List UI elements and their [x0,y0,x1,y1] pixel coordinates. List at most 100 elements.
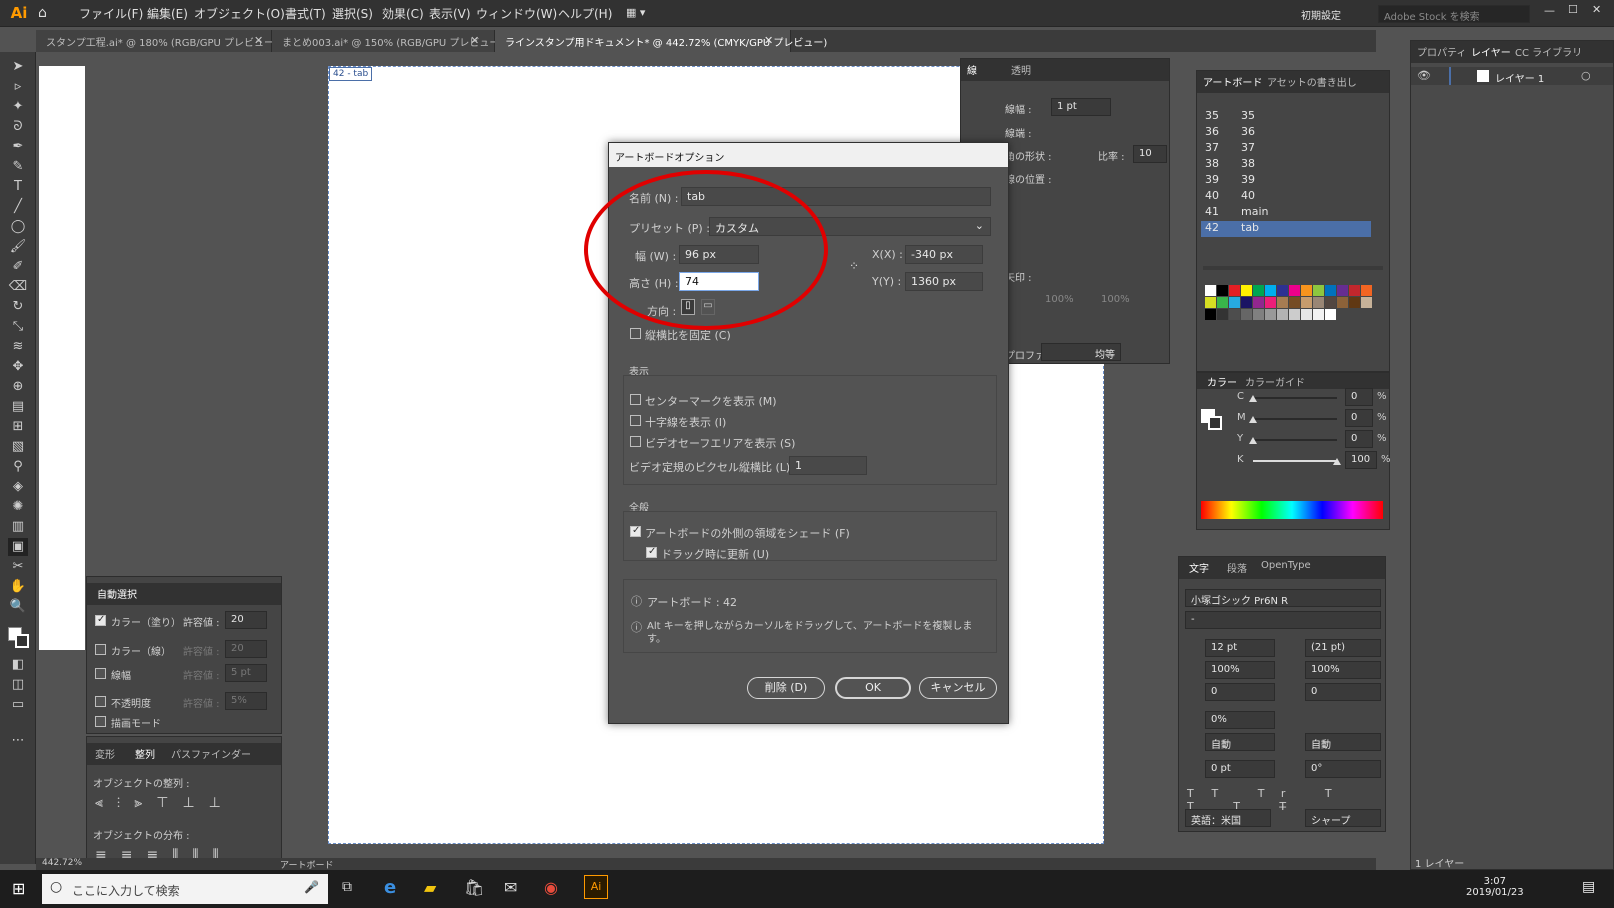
miter-ratio-field[interactable]: 10 [1133,145,1167,163]
baseline-shift-field[interactable]: 0 pt [1205,760,1275,778]
draw-mode-icon[interactable]: ◫ [8,676,28,694]
symbol-sprayer-tool-icon[interactable]: ✺ [8,498,28,516]
menu-select[interactable]: 選択(S) [332,5,373,22]
channel-slider-thumb[interactable] [1249,437,1257,444]
paintbrush-tool-icon[interactable]: 🖌 [8,238,28,256]
color-spectrum[interactable] [1201,501,1383,519]
target-circle-icon[interactable]: ○ [1581,69,1591,82]
curvature-tool-icon[interactable]: ✎ [8,158,28,176]
reference-point-icon[interactable]: ⁘ [849,259,859,273]
leading-field[interactable]: (21 pt) [1305,639,1381,657]
maximize-icon[interactable]: ☐ [1568,3,1578,16]
list-item[interactable]: 41 main [1201,205,1371,221]
tab-opentype[interactable]: OpenType [1261,560,1311,571]
clock[interactable]: 3:07 2019/01/23 [1466,876,1524,898]
tab-asset-export[interactable]: アセットの書き出し [1267,74,1357,89]
direct-selection-tool-icon[interactable]: ▹ [8,78,28,96]
channel-slider-thumb[interactable] [1249,395,1257,402]
microphone-icon[interactable]: 🎤 [304,880,319,894]
menu-help[interactable]: ヘルプ(H) [558,5,612,22]
profile-select[interactable]: 均等 [1041,343,1121,361]
tab-transparency[interactable]: 透明 [1011,62,1031,77]
eyedropper-tool-icon[interactable]: ⚲ [8,458,28,476]
menu-view[interactable]: 表示(V) [429,5,471,22]
artboard-name-tag[interactable]: 42 - tab [329,67,373,81]
fill-color-checkbox[interactable] [95,614,106,626]
tracking-field[interactable]: 0 [1305,683,1381,701]
tab-artboards[interactable]: アートボード [1203,74,1262,89]
menu-object[interactable]: オブジェクト(O) [194,5,285,22]
hand-tool-icon[interactable]: ✋ [8,578,28,596]
more-tools-icon[interactable]: ⋯ [8,732,28,750]
artboard-tool-icon[interactable]: ▣ [8,538,28,556]
channel-slider-thumb[interactable] [1249,416,1257,423]
screen-mode-icon[interactable]: ▭ [8,696,28,714]
menu-type[interactable]: 書式(T) [285,5,326,22]
blend-tool-icon[interactable]: ◈ [8,478,28,496]
close-tab-icon[interactable]: ✕ [254,34,263,47]
cancel-button[interactable]: キャンセル [919,677,997,699]
ellipse-tool-icon[interactable]: ◯ [8,218,28,236]
channel-slider-thumb[interactable] [1333,458,1341,465]
opacity-checkbox[interactable] [95,696,106,707]
channel-value[interactable]: 0 [1345,430,1373,448]
menu-effect[interactable]: 効果(C) [382,5,424,22]
kerning-field[interactable]: 0 [1205,683,1275,701]
gradient-tool-icon[interactable]: ▧ [8,438,28,456]
channel-value[interactable]: 100 [1345,451,1377,469]
shade-outside-checkbox[interactable] [630,525,641,537]
list-item[interactable]: 39 39 [1201,173,1371,189]
tolerance-field[interactable]: 5 pt [225,664,267,682]
perspective-grid-tool-icon[interactable]: ▤ [8,398,28,416]
font-family-select[interactable]: 小塚ゴシック Pr6N R [1185,589,1381,607]
menu-edit[interactable]: 編集(E) [147,5,188,22]
layer-row[interactable]: 👁 レイヤー 1 ○ [1411,67,1613,85]
constrain-proportions-checkbox[interactable] [630,328,641,339]
stroke-weight-checkbox[interactable] [95,668,106,679]
list-item[interactable]: 37 37 [1201,141,1371,157]
windows-start-icon[interactable]: ⊞ [12,879,25,898]
visibility-eye-icon[interactable]: 👁 [1417,69,1431,82]
list-item[interactable]: 35 35 [1201,109,1371,125]
mesh-tool-icon[interactable]: ⊞ [8,418,28,436]
doc-tab-1[interactable]: スタンプ工程.ai* @ 180% (RGB/GPU プレビュー) [36,30,278,52]
pixel-ratio-input[interactable]: 1 [789,456,867,475]
workspace-switcher[interactable]: 初期設定 [1296,5,1362,23]
close-icon[interactable]: ✕ [1592,3,1601,16]
font-size-field[interactable]: 12 pt [1205,639,1275,657]
menu-file[interactable]: ファイル(F) [79,5,143,22]
tolerance-field[interactable]: 20 [225,611,267,629]
pen-tool-icon[interactable]: ✒ [8,138,28,156]
cross-hairs-checkbox[interactable] [630,415,641,426]
warp-tool-icon[interactable]: ≋ [8,338,28,356]
list-item[interactable]: 38 38 [1201,157,1371,173]
align-buttons-icon[interactable]: ⫷⫶⫸⊤⊥⊥ [95,795,235,811]
ok-button[interactable]: OK [835,677,911,699]
list-item[interactable]: 40 40 [1201,189,1371,205]
tab-cc-libraries[interactable]: CC ライブラリ [1515,44,1582,59]
slice-tool-icon[interactable]: ✂ [8,558,28,576]
task-view-icon[interactable]: ⧉ [342,879,352,895]
tab-transform[interactable]: 変形 [95,746,115,761]
notification-icon[interactable]: ▤ [1582,879,1595,895]
minimize-icon[interactable]: — [1544,4,1555,17]
puppet-warp-tool-icon[interactable]: ✥ [8,358,28,376]
edge-browser-icon[interactable]: e [384,877,396,898]
y-input[interactable]: 1360 px [905,272,983,291]
tsume-field[interactable]: 0% [1205,711,1275,729]
chrome-icon[interactable]: ◉ [544,878,558,897]
tab-layers[interactable]: レイヤー [1471,44,1511,59]
stroke-swatch[interactable] [15,634,29,648]
blend-mode-checkbox[interactable] [95,716,106,727]
tab-character[interactable]: 文字 [1189,560,1209,575]
language-select[interactable]: 英語：米国 [1185,809,1271,827]
center-mark-checkbox[interactable] [630,394,641,405]
shaper-tool-icon[interactable]: ✐ [8,258,28,276]
tolerance-field[interactable]: 20 [225,640,267,658]
app-logo[interactable]: Ai [8,3,30,23]
stroke-color-checkbox[interactable] [95,644,106,655]
stroke-weight-field[interactable]: 1 pt [1051,98,1111,116]
zoom-level[interactable]: 442.72% [42,858,82,868]
color-stroke-swatch[interactable] [1208,416,1222,430]
tab-pathfinder[interactable]: パスファインダー [171,746,251,761]
